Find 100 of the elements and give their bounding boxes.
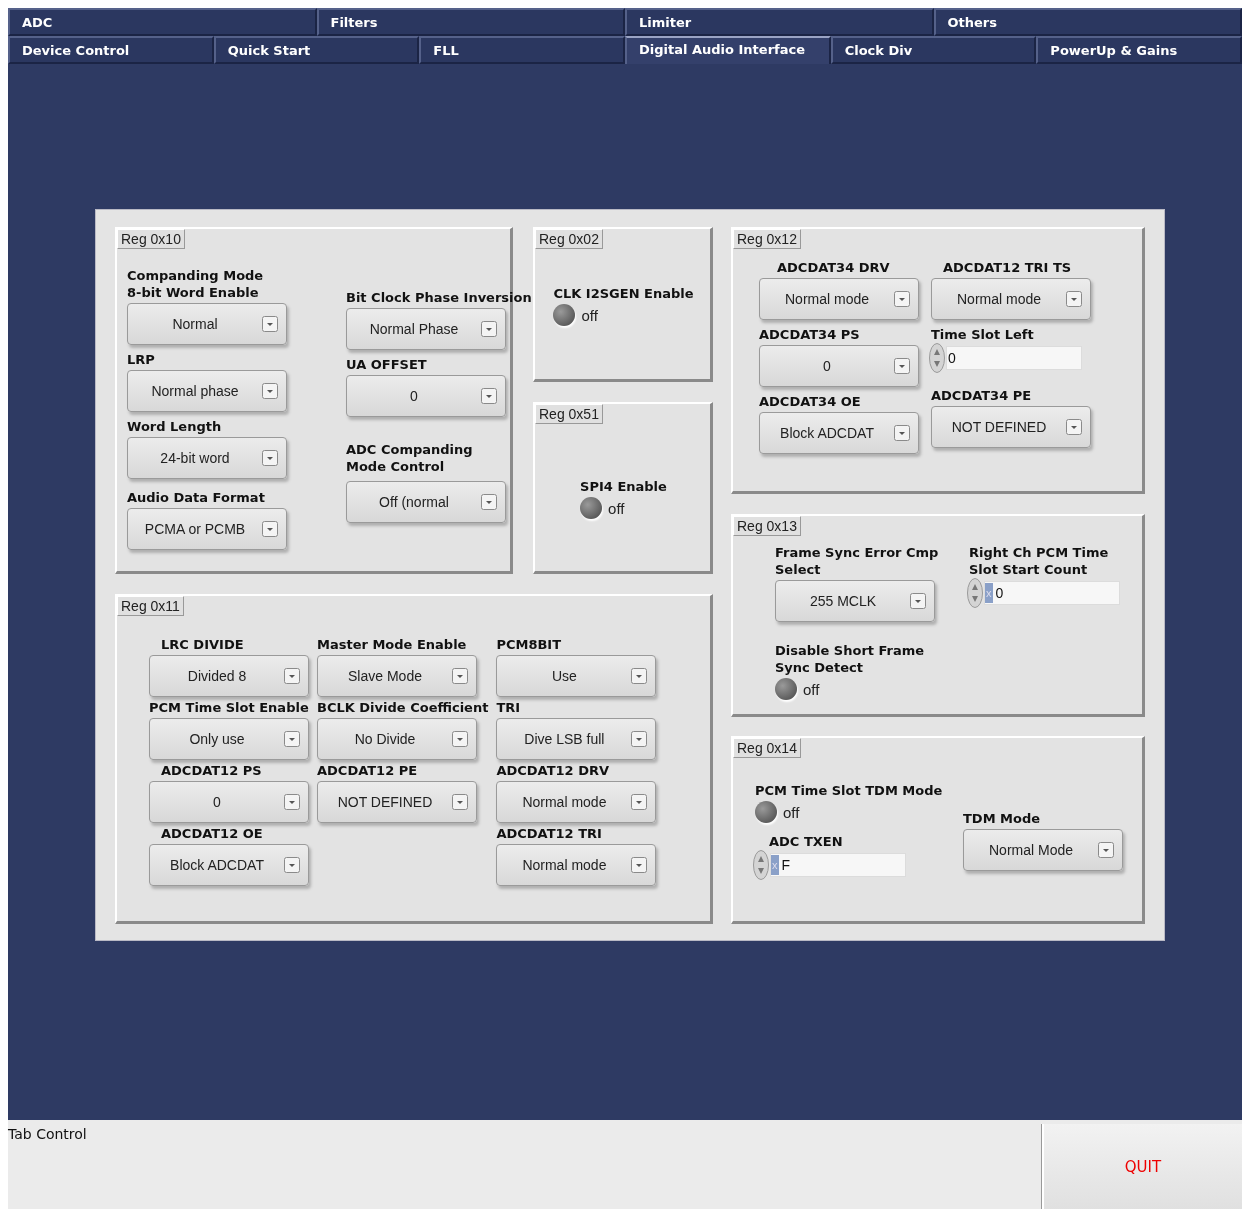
dropdown[interactable]: Normal Mode [963, 829, 1123, 871]
control-label: LRC DIVIDE [160, 636, 245, 653]
dropdown[interactable]: Off (normal [346, 481, 506, 523]
field-value: 0 [947, 350, 956, 366]
caret-icon [481, 494, 497, 510]
spinner-icon[interactable] [967, 578, 983, 608]
control-label: Word Length [126, 418, 223, 435]
dropdown[interactable]: Normal mode [496, 781, 657, 823]
control-label: TDM Mode [962, 810, 1042, 827]
caret-icon [631, 794, 648, 810]
control-label: Time Slot Left [930, 326, 1035, 343]
caret-icon [481, 321, 497, 337]
caret-icon [284, 731, 300, 747]
tab[interactable]: Clock Div [830, 36, 1037, 64]
quit-button[interactable]: QUIT [1042, 1124, 1242, 1209]
dropdown[interactable]: No Divide [317, 718, 477, 760]
number-field[interactable]: x F [770, 853, 906, 877]
dropdown[interactable]: 0 [149, 781, 309, 823]
dropdown[interactable]: Only use [149, 718, 309, 760]
led-indicator[interactable] [775, 678, 797, 700]
dropdown[interactable]: 24-bit word [127, 437, 287, 479]
led-indicator[interactable] [755, 801, 777, 823]
tab[interactable]: Others [933, 8, 1242, 36]
tab[interactable]: Limiter [625, 8, 934, 36]
panel-title: Reg 0x11 [117, 596, 184, 616]
caret-icon [452, 668, 468, 684]
control-label: Right Ch PCM Time Slot Start Count [968, 544, 1110, 578]
number-field[interactable]: x 0 [984, 581, 1120, 605]
dropdown[interactable]: Block ADCDAT [149, 844, 309, 886]
tab[interactable]: Digital Audio Interface [625, 36, 831, 64]
caret-icon [894, 425, 910, 441]
tab[interactable]: ADC [8, 8, 317, 36]
caret-icon [262, 383, 278, 399]
control-label: LRP [126, 351, 156, 368]
state-label: off [803, 680, 820, 698]
panel-title: Reg 0x10 [117, 229, 185, 249]
control-label: ADC TXEN [768, 833, 844, 850]
dropdown[interactable]: 255 MCLK [775, 580, 935, 622]
control-label: TRI [495, 699, 522, 716]
control-label: ADCDAT12 TRI [495, 825, 603, 842]
control-label: BCLK Divide Coefficient [316, 699, 489, 716]
control-label: Frame Sync Error Cmp Select [774, 544, 940, 578]
caret-icon [1066, 419, 1082, 435]
tab[interactable]: Quick Start [213, 36, 420, 64]
control-label: CLK I2SGEN Enable [552, 285, 694, 302]
dropdown[interactable]: Use [496, 655, 657, 697]
tab[interactable]: Filters [316, 8, 625, 36]
control-label: ADCDAT12 OE [160, 825, 264, 842]
control-label: ADCDAT34 PE [930, 387, 1033, 404]
dropdown[interactable]: NOT DEFINED [317, 781, 477, 823]
caret-icon [262, 521, 278, 537]
panel-title: Reg 0x51 [535, 404, 603, 424]
control-label: PCM8BIT [495, 636, 563, 653]
dropdown[interactable]: PCMA or PCMB [127, 508, 287, 550]
field-value: F [780, 857, 791, 873]
dropdown[interactable]: Normal mode [931, 278, 1091, 320]
spinner-icon[interactable] [929, 343, 945, 373]
tab[interactable]: FLL [419, 36, 625, 64]
dropdown[interactable]: Normal mode [759, 278, 919, 320]
number-field[interactable]: 0 [946, 346, 1082, 370]
panel-title: Reg 0x02 [535, 229, 603, 249]
dropdown[interactable]: NOT DEFINED [931, 406, 1091, 448]
caret-icon [452, 794, 468, 810]
control-label: ADCDAT12 TRI TS [942, 259, 1073, 276]
caret-icon [910, 593, 926, 609]
dropdown[interactable]: Slave Mode [317, 655, 477, 697]
led-indicator[interactable] [580, 497, 603, 519]
spinner-icon[interactable] [753, 850, 769, 880]
control-label: ADCDAT12 PE [316, 762, 419, 779]
control-label: ADCDAT34 PS [758, 326, 861, 343]
panel-title: Reg 0x12 [733, 229, 801, 249]
control-label: Master Mode Enable [316, 636, 468, 653]
status-label: Tab Control [8, 1125, 87, 1142]
dropdown[interactable]: Block ADCDAT [759, 412, 919, 454]
dropdown[interactable]: Normal Phase [346, 308, 506, 350]
caret-icon [894, 358, 910, 374]
dropdown[interactable]: 0 [346, 375, 506, 417]
panel-title: Reg 0x13 [733, 516, 801, 536]
control-label: PCM Time Slot TDM Mode [754, 782, 944, 799]
dropdown[interactable]: Normal phase [127, 370, 287, 412]
dropdown[interactable]: Normal [127, 303, 287, 345]
tab[interactable]: Device Control [8, 36, 214, 64]
control-label: UA OFFSET [345, 356, 428, 373]
led-indicator[interactable] [553, 304, 576, 326]
dropdown[interactable]: Normal mode [496, 844, 657, 886]
caret-icon [631, 857, 648, 873]
tab[interactable]: PowerUp & Gains [1036, 36, 1242, 64]
control-label: SPI4 Enable [579, 478, 667, 495]
caret-icon [262, 316, 278, 332]
dropdown[interactable]: Dive LSB full [496, 718, 657, 760]
state-label: off [608, 499, 625, 517]
control-label: ADCDAT12 PS [160, 762, 263, 779]
state-label: off [783, 803, 800, 821]
control-label: Disable Short Frame Sync Detect [774, 642, 926, 676]
dropdown[interactable]: 0 [759, 345, 919, 387]
caret-icon [631, 668, 648, 684]
dropdown[interactable]: Divided 8 [149, 655, 309, 697]
caret-icon [452, 731, 468, 747]
control-label: ADC Companding Mode Control [345, 441, 474, 475]
caret-icon [262, 450, 278, 466]
